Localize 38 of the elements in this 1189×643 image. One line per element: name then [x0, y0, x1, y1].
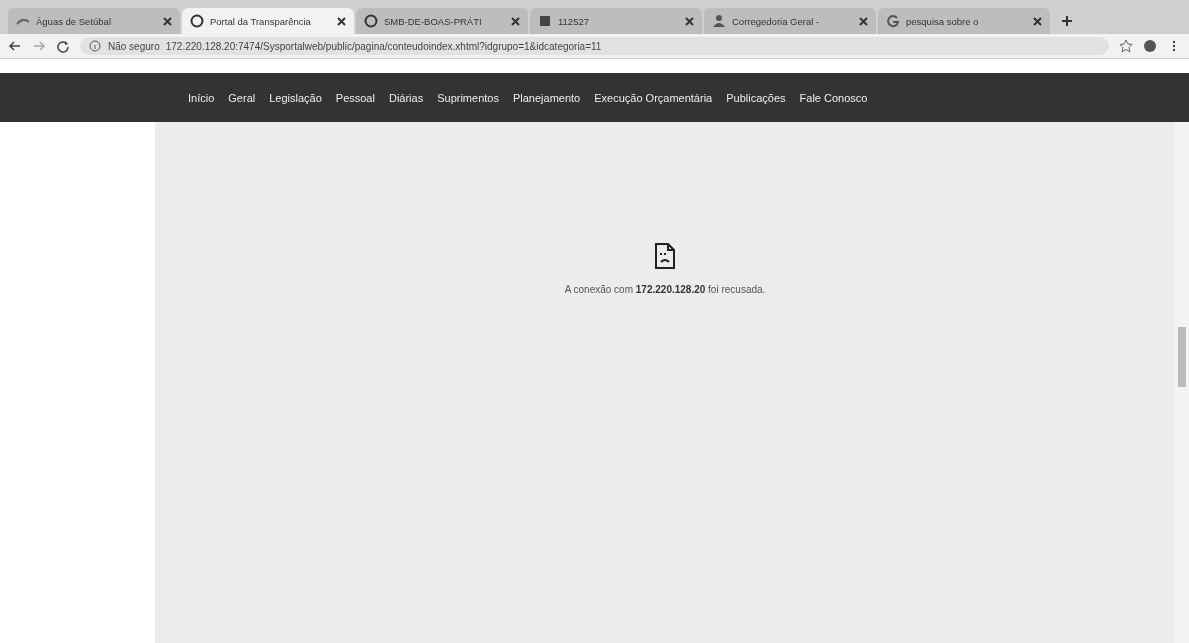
globe-icon [190, 14, 204, 28]
reload-icon[interactable] [56, 39, 70, 53]
nav-link[interactable]: Diárias [388, 91, 424, 104]
address-field[interactable]: Não seguro 172.220.128.20:7474/Sysportalweb/public/pagina/conteudoindex.xhtml?idgrupo=1&idcategoria=11 [80, 37, 1109, 55]
nav-link[interactable]: Início [188, 91, 215, 104]
nav-link[interactable]: Publicações [726, 91, 786, 104]
browser-tab[interactable]: pesquisa sobre o [878, 8, 1050, 34]
new-tab-icon[interactable] [1060, 14, 1074, 28]
nav-link[interactable]: Pessoal [335, 91, 375, 104]
nav-link[interactable]: Geral [228, 91, 256, 104]
star-icon[interactable] [1119, 39, 1133, 53]
browser-tab[interactable]: 112527 [530, 8, 702, 34]
scrollbar[interactable] [1175, 122, 1189, 643]
close-icon[interactable] [1033, 16, 1042, 26]
close-icon[interactable] [337, 16, 346, 26]
close-icon[interactable] [859, 16, 868, 26]
security-label: Não seguro [108, 40, 160, 52]
close-icon[interactable] [163, 16, 172, 26]
nav-link[interactable]: Planejamento [512, 91, 581, 104]
nav-link[interactable]: Fale Conosco [799, 91, 868, 104]
globe-icon [364, 14, 378, 28]
profile-icon[interactable] [1143, 39, 1157, 53]
nav-link[interactable]: Legislação [269, 91, 322, 104]
nav-link[interactable]: Suprimentos [437, 91, 499, 104]
back-icon[interactable] [8, 39, 22, 53]
browser-tab[interactable]: Águas de Setúbal [8, 8, 180, 34]
browser-tab[interactable]: SMB-DE-BOAS-PRÁTI [356, 8, 528, 34]
close-icon[interactable] [511, 16, 520, 26]
url-text: 172.220.128.20:7474/Sysportalweb/public/pagina/conteudoindex.xhtml?idgrupo=1&idcategoria=11 [165, 40, 602, 52]
browser-tab[interactable]: Portal da Transparência [182, 8, 354, 34]
error-message: A conexão com 172.220.128.20 foi recusada. [564, 284, 766, 295]
g-icon [886, 14, 900, 28]
close-icon[interactable] [685, 16, 694, 26]
info-icon [88, 39, 102, 53]
browser-tab[interactable]: Corregedoria Geral - [704, 8, 876, 34]
broken-page-icon [654, 242, 676, 270]
nav-link[interactable]: Execução Orçamentária [594, 91, 713, 104]
person-icon [712, 14, 726, 28]
